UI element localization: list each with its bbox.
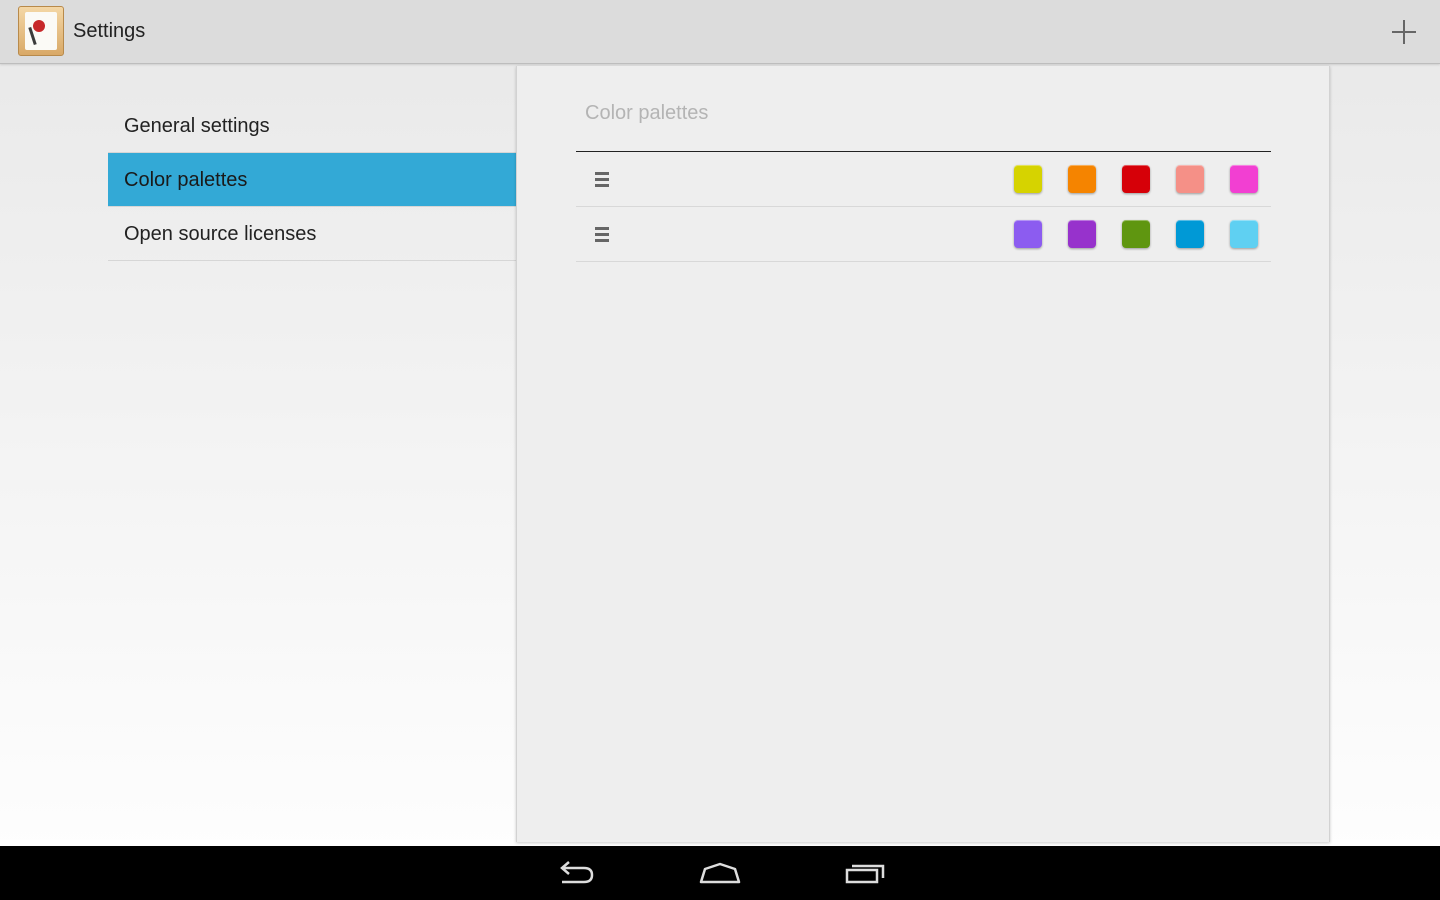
- color-swatch[interactable]: [1068, 165, 1096, 193]
- recent-apps-icon[interactable]: [843, 858, 887, 888]
- color-swatch[interactable]: [1122, 165, 1150, 193]
- color-swatch[interactable]: [1122, 220, 1150, 248]
- header-item-general-settings[interactable]: General settings: [108, 99, 516, 153]
- back-icon[interactable]: [554, 858, 598, 888]
- color-swatch[interactable]: [1230, 165, 1258, 193]
- app-icon[interactable]: [18, 6, 64, 56]
- header-item-label: General settings: [124, 115, 270, 137]
- settings-headers-list: General settings Color palettes Open sou…: [108, 99, 516, 261]
- palette-row[interactable]: [576, 152, 1271, 207]
- header-item-color-palettes[interactable]: Color palettes: [108, 153, 516, 207]
- drag-handle-icon[interactable]: [595, 172, 611, 188]
- color-swatch[interactable]: [1176, 220, 1204, 248]
- header-item-open-source-licenses[interactable]: Open source licenses: [108, 207, 516, 261]
- palette-row[interactable]: [576, 207, 1271, 262]
- color-swatch[interactable]: [1230, 220, 1258, 248]
- app-icon-paint-blob: [33, 20, 45, 32]
- action-bar: Settings: [0, 0, 1440, 64]
- color-palettes-panel: Color palettes: [516, 66, 1330, 842]
- settings-screen: Settings General settings Color palettes…: [0, 0, 1440, 900]
- page-title: Settings: [73, 20, 146, 42]
- header-item-label: Color palettes: [124, 169, 248, 191]
- system-nav-bar: [0, 846, 1440, 900]
- home-icon[interactable]: [698, 858, 742, 888]
- header-item-label: Open source licenses: [124, 223, 317, 245]
- panel-title: Color palettes: [585, 102, 709, 124]
- drag-handle-icon[interactable]: [595, 227, 611, 243]
- color-swatch[interactable]: [1068, 220, 1096, 248]
- color-swatch[interactable]: [1176, 165, 1204, 193]
- add-palette-button plus-icon[interactable]: [1386, 14, 1422, 50]
- color-swatch[interactable]: [1014, 165, 1042, 193]
- color-swatch[interactable]: [1014, 220, 1042, 248]
